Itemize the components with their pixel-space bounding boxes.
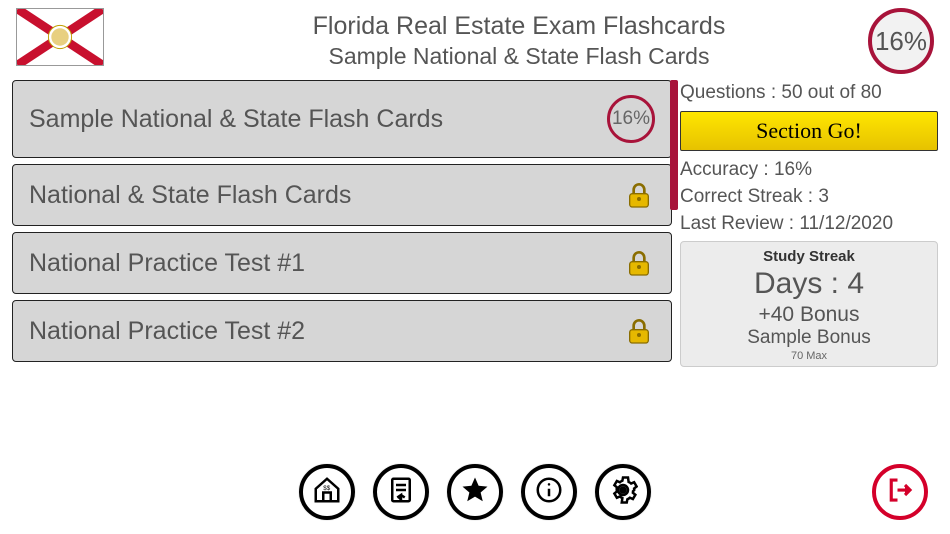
scrollbar[interactable] xyxy=(670,80,678,210)
app-subtitle: Sample National & State Flash Cards xyxy=(104,43,934,70)
last-review-stat: Last Review : 11/12/2020 xyxy=(680,213,938,235)
study-streak-box: Study Streak Days : 4 +40 Bonus Sample B… xyxy=(680,241,938,367)
deck-label: National & State Flash Cards xyxy=(29,181,351,210)
stats-panel: Questions : 50 out of 80 Section Go! Acc… xyxy=(680,80,938,368)
lock-icon xyxy=(623,179,655,211)
bottom-nav: $$ xyxy=(0,464,950,520)
header: Florida Real Estate Exam Flashcards Samp… xyxy=(0,0,950,70)
streak-max: 70 Max xyxy=(687,350,931,362)
home-icon: $$ xyxy=(312,475,342,510)
favorites-button[interactable] xyxy=(447,464,503,520)
lock-icon xyxy=(623,315,655,347)
florida-flag-icon xyxy=(16,8,104,66)
svg-text:$$: $$ xyxy=(323,485,330,492)
section-go-button[interactable]: Section Go! xyxy=(680,111,938,151)
gear-icon xyxy=(608,475,638,510)
exit-button[interactable] xyxy=(872,464,928,520)
info-icon xyxy=(534,475,564,510)
overall-progress-badge: 16% xyxy=(868,8,934,74)
star-icon xyxy=(460,475,490,510)
streak-title: Study Streak xyxy=(687,248,931,265)
exit-icon xyxy=(885,475,915,510)
deck-row-national-state[interactable]: National & State Flash Cards xyxy=(12,164,672,226)
streak-days: Days : 4 xyxy=(687,267,931,301)
deck-list: Sample National & State Flash Cards 16% … xyxy=(12,80,672,368)
deck-progress-badge: 16% xyxy=(607,95,655,143)
info-button[interactable] xyxy=(521,464,577,520)
deck-row-practice-2[interactable]: National Practice Test #2 xyxy=(12,300,672,362)
streak-bonus: +40 Bonus xyxy=(687,303,931,327)
questions-stat: Questions : 50 out of 80 xyxy=(680,82,938,104)
settings-button[interactable] xyxy=(595,464,651,520)
deck-label: Sample National & State Flash Cards xyxy=(29,105,443,134)
app-title: Florida Real Estate Exam Flashcards xyxy=(104,12,934,41)
accuracy-stat: Accuracy : 16% xyxy=(680,159,938,181)
deck-row-sample[interactable]: Sample National & State Flash Cards 16% xyxy=(12,80,672,158)
correct-streak-stat: Correct Streak : 3 xyxy=(680,186,938,208)
lock-icon xyxy=(623,247,655,279)
deck-label: National Practice Test #2 xyxy=(29,317,305,346)
streak-sample: Sample Bonus xyxy=(687,327,931,349)
title-block: Florida Real Estate Exam Flashcards Samp… xyxy=(104,8,934,70)
deck-label: National Practice Test #1 xyxy=(29,249,305,278)
report-icon xyxy=(386,475,416,510)
deck-row-practice-1[interactable]: National Practice Test #1 xyxy=(12,232,672,294)
report-button[interactable] xyxy=(373,464,429,520)
home-button[interactable]: $$ xyxy=(299,464,355,520)
